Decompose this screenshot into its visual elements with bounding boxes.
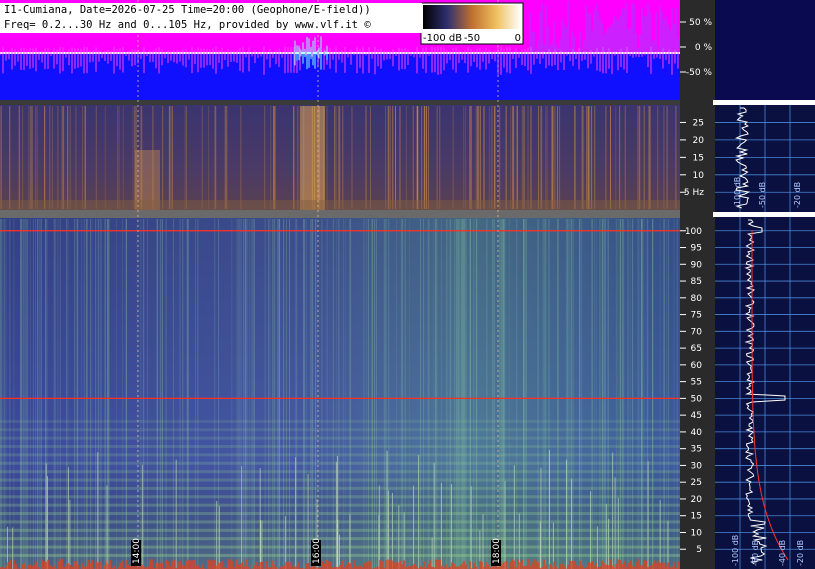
high-tick-label: 100 [685, 227, 702, 237]
profile-separator [713, 212, 815, 217]
harmonic-band [0, 419, 680, 423]
time-label: 16:00 [312, 538, 322, 564]
high-tick-label: 70 [691, 327, 703, 337]
profile-separator [713, 100, 815, 105]
amp-tick-label: 0 % [695, 43, 713, 53]
harmonic-band [0, 520, 680, 524]
low-tick-label: 5 Hz [684, 188, 704, 198]
low-tick-label: 15 [693, 153, 704, 163]
high-tick-label: 65 [691, 344, 702, 354]
spectrogram-high-shade [0, 218, 680, 569]
high-tick-label: 55 [691, 378, 702, 388]
low-tick-label: 20 [693, 136, 705, 146]
harmonic-band [0, 528, 680, 532]
harmonic-band [0, 553, 680, 557]
harmonic-band [0, 512, 680, 516]
high-tick-label: 75 [691, 311, 702, 321]
high-tick-label: 60 [691, 361, 703, 371]
harmonic-band [0, 495, 680, 499]
vlf-spectrogram-chart: 50 %0 %-50 % 252015105 Hz 10095908580757… [0, 0, 815, 569]
amp-tick-label: -50 % [686, 68, 713, 78]
high-profile-label: -100 dB [731, 535, 740, 566]
harmonic-band [0, 503, 680, 507]
header-station-line: I1-Cumiana, Date=2026-07-25 Time=20:00 (… [0, 3, 422, 18]
high-tick-label: 25 [691, 478, 702, 488]
high-profile-label: -60 dB [751, 540, 760, 566]
high-tick-label: 95 [691, 244, 702, 254]
high-tick-label: 15 [691, 512, 702, 522]
header-frequency-line: Freq= 0.2...30 Hz and 0...105 Hz, provid… [0, 18, 422, 33]
colorbar-gradient [423, 5, 521, 29]
harmonic-band [0, 436, 680, 440]
harmonic-band [0, 537, 680, 541]
high-tick-label: 50 [691, 394, 703, 404]
high-tick-label: 5 [696, 545, 702, 555]
harmonic-band [0, 461, 680, 465]
high-tick-label: 80 [691, 294, 703, 304]
high-tick-label: 30 [691, 461, 703, 471]
low-tick-label: 10 [693, 171, 705, 181]
high-tick-label: 90 [691, 260, 703, 270]
colorbar-label: 0 [515, 33, 521, 44]
panel-separator-2 [0, 210, 680, 218]
low-hot-band [300, 106, 325, 210]
time-label: 14:00 [132, 538, 142, 564]
high-tick-label: 85 [691, 277, 702, 287]
harmonic-band [0, 478, 680, 482]
low-profile-label: -50 dB [758, 182, 767, 208]
colorbar-label: -50 [464, 33, 480, 44]
vlf-monitor-screen: 50 % 0 % -50 % 25 20 15 10 5 Hz 100 95 90 85 80 75 7… [0, 0, 815, 569]
low-tick-label: 25 [693, 118, 704, 128]
high-profile-label: -40 dB [778, 540, 787, 566]
high-tick-label: 10 [691, 528, 703, 538]
amp-tick-label: 50 % [689, 18, 712, 28]
high-tick-label: 35 [691, 445, 702, 455]
panel-separator [0, 100, 680, 105]
amplitude-profile-panel [715, 0, 815, 105]
harmonic-band [0, 545, 680, 549]
high-tick-label: 45 [691, 411, 702, 421]
high-profile-label: -20 dB [796, 540, 805, 566]
harmonic-band [0, 470, 680, 474]
colorbar: -100 dB -50 0 [420, 2, 524, 45]
harmonic-band [0, 444, 680, 448]
low-profile-label: -20 dB [793, 182, 802, 208]
harmonic-band [0, 486, 680, 490]
high-tick-label: 40 [691, 428, 703, 438]
time-label: 18:00 [492, 538, 502, 564]
harmonic-band [0, 453, 680, 457]
low-profile-label: -100 dB [733, 177, 742, 208]
harmonic-band [0, 428, 680, 432]
colorbar-label: -100 dB [423, 33, 462, 44]
low-floor [0, 200, 680, 210]
high-tick-label: 20 [691, 495, 703, 505]
